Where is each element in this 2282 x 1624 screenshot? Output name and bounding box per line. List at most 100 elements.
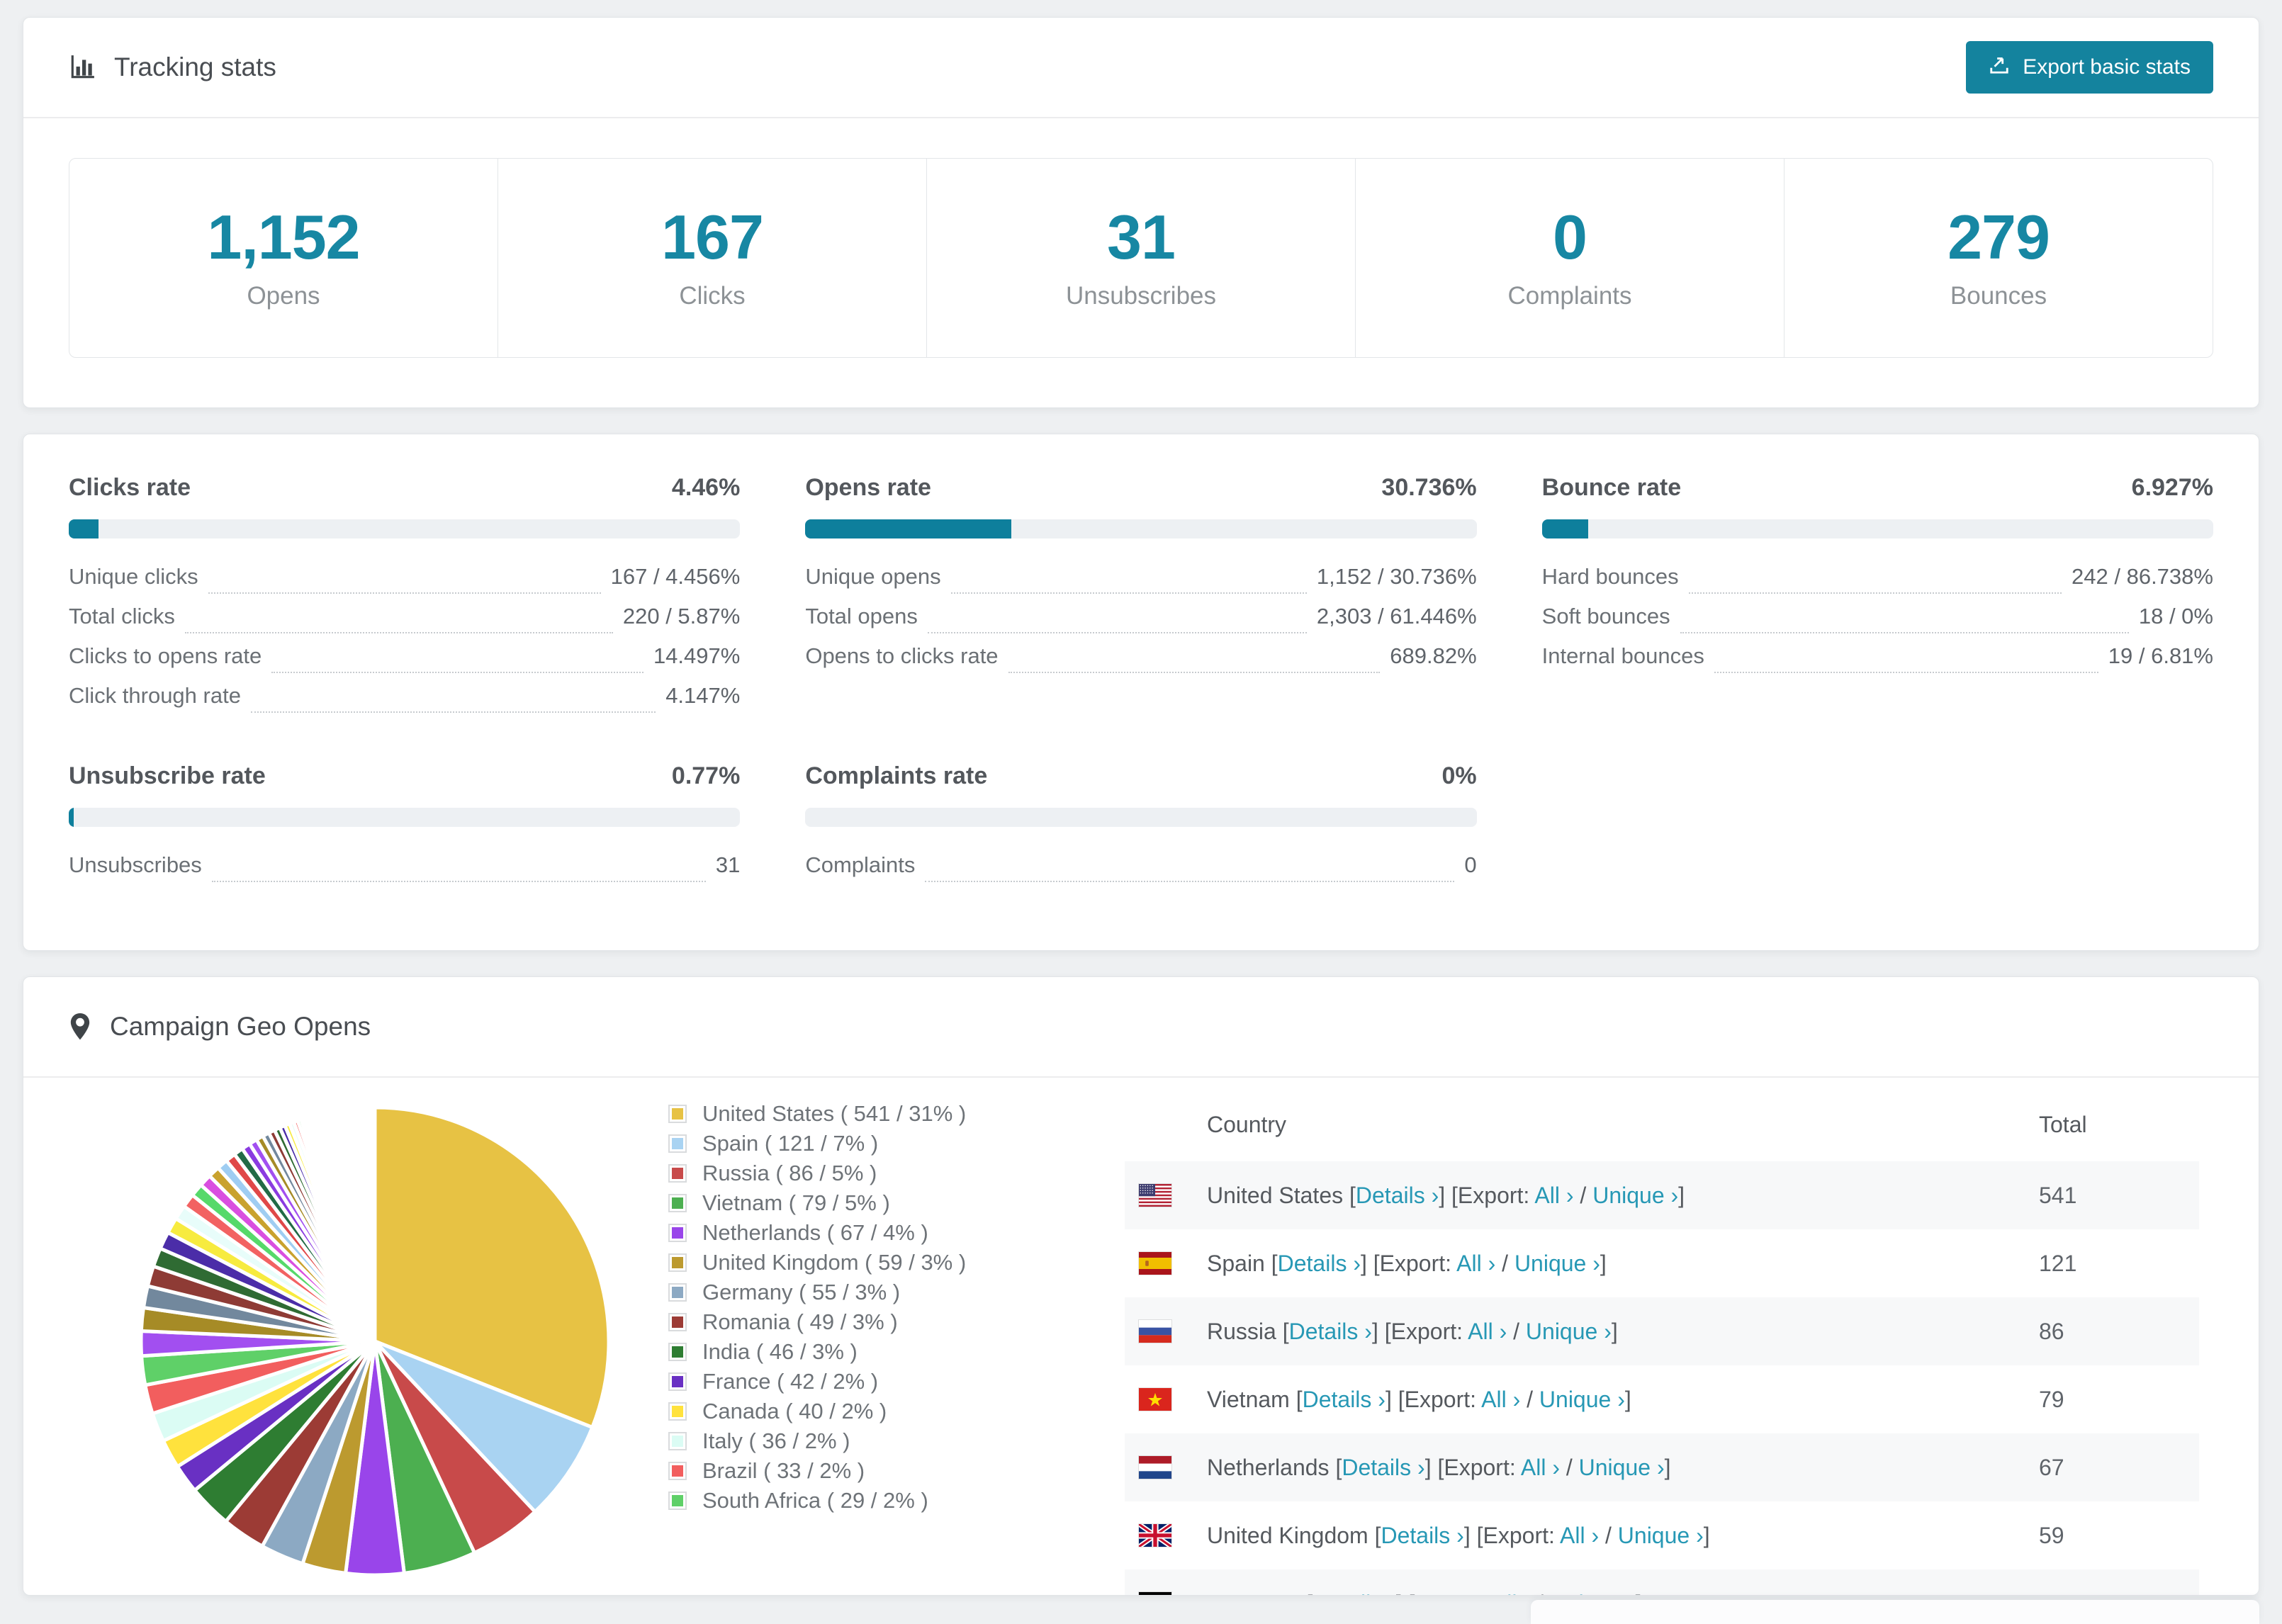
country-row: Germany [Details ›] [Export: All › / Uni… (1125, 1569, 2199, 1596)
rate-metric-row: Clicks to opens rate 14.497% (69, 643, 740, 683)
country-links: [Details ›] [Export: All › / Unique ›] (1349, 1182, 1685, 1208)
legend-item[interactable]: France ( 42 / 2% ) (668, 1367, 1096, 1397)
flag-us-icon (1139, 1184, 1171, 1207)
country-name: Vietnam (1207, 1386, 1290, 1412)
legend-item[interactable]: United States ( 541 / 31% ) (668, 1099, 1096, 1129)
legend-swatch (668, 1432, 687, 1450)
export-unique-link[interactable]: Unique › (1550, 1591, 1636, 1596)
legend-item[interactable]: Canada ( 40 / 2% ) (668, 1397, 1096, 1426)
dotted-leader (208, 592, 601, 594)
details-link[interactable]: Details › (1356, 1183, 1439, 1208)
legend-item[interactable]: United Kingdom ( 59 / 3% ) (668, 1248, 1096, 1278)
details-link[interactable]: Details › (1289, 1319, 1372, 1344)
rate-rows: Complaints 0 (805, 852, 1477, 892)
legend-swatch (668, 1492, 687, 1510)
summary-stat-cell: 279 Bounces (1784, 159, 2213, 357)
country-total: 67 (2039, 1454, 2064, 1480)
legend-item[interactable]: Romania ( 49 / 3% ) (668, 1307, 1096, 1337)
export-all-link[interactable]: All › (1492, 1591, 1531, 1596)
rate-title: Clicks rate (69, 474, 191, 501)
export-all-link[interactable]: All › (1481, 1387, 1520, 1412)
export-unique-link[interactable]: Unique › (1526, 1319, 1612, 1344)
legend-item[interactable]: India ( 46 / 3% ) (668, 1337, 1096, 1367)
summary-stat-cell: 1,152 Opens (69, 159, 498, 357)
rate-column: Bounce rate 6.927% Hard bounces 242 / 86… (1541, 474, 2213, 723)
dotted-leader (1680, 632, 2129, 633)
rate-rows: Unique opens 1,152 / 30.736% Total opens… (805, 564, 1477, 683)
country-cell: United Kingdom [Details ›] [Export: All … (1125, 1523, 2039, 1549)
summary-strip: 1,152 Opens 167 Clicks 31 Unsubscribes 0… (69, 158, 2213, 358)
geo-title: Campaign Geo Opens (110, 1012, 371, 1041)
country-links: [Details ›] [Export: All › / Unique ›] (1295, 1386, 1631, 1412)
country-row: United States [Details ›] [Export: All ›… (1125, 1161, 2199, 1229)
rate-metric-row: Click through rate 4.147% (69, 683, 740, 723)
dotted-leader (211, 881, 706, 882)
legend-swatch (668, 1343, 687, 1361)
export-all-link[interactable]: All › (1521, 1455, 1560, 1480)
export-unique-link[interactable]: Unique › (1514, 1251, 1600, 1276)
legend-label: United States ( 541 / 31% ) (702, 1101, 967, 1126)
column-header-total: Total (2039, 1111, 2087, 1137)
rate-metric-row: Unique clicks 167 / 4.456% (69, 564, 740, 604)
flag-ru-icon (1139, 1320, 1171, 1343)
export-unique-link[interactable]: Unique › (1539, 1387, 1625, 1412)
summary-stat-cell: 0 Complaints (1355, 159, 1784, 357)
dotted-leader (271, 672, 643, 673)
geo-title-wrap: Campaign Geo Opens (69, 1012, 371, 1042)
export-unique-link[interactable]: Unique › (1579, 1455, 1665, 1480)
legend-label: Brazil ( 33 / 2% ) (702, 1458, 865, 1483)
rate-metric-row: Hard bounces 242 / 86.738% (1542, 564, 2213, 604)
legend-item[interactable]: Netherlands ( 67 / 4% ) (668, 1218, 1096, 1248)
legend-item[interactable]: South Africa ( 29 / 2% ) (668, 1486, 1096, 1516)
legend-item[interactable]: Vietnam ( 79 / 5% ) (668, 1188, 1096, 1218)
dotted-leader (250, 711, 656, 713)
export-all-link[interactable]: All › (1534, 1183, 1573, 1208)
rate-metric-value: 0 (1464, 852, 1477, 877)
details-link[interactable]: Details › (1313, 1591, 1395, 1596)
details-link[interactable]: Details › (1278, 1251, 1361, 1276)
summary-stat-value: 31 (1107, 202, 1176, 272)
rate-metric-label: Click through rate (69, 683, 241, 708)
dotted-leader (1714, 672, 2098, 673)
rate-progress-fill (805, 519, 1012, 538)
export-all-link[interactable]: All › (1560, 1523, 1599, 1548)
tracking-stats-card: Tracking stats Export basic stats 1,152 … (23, 17, 2259, 408)
flag-de-icon (1139, 1592, 1171, 1595)
country-row: United Kingdom [Details ›] [Export: All … (1125, 1501, 2199, 1569)
country-name: Russia (1207, 1318, 1276, 1344)
legend-swatch (668, 1313, 687, 1331)
dotted-leader (1008, 672, 1381, 673)
rate-metric-value: 4.147% (665, 683, 741, 708)
legend-item[interactable]: Germany ( 55 / 3% ) (668, 1278, 1096, 1307)
export-all-link[interactable]: All › (1456, 1251, 1495, 1276)
page: Tracking stats Export basic stats 1,152 … (0, 0, 2282, 1624)
rate-metric-label: Internal bounces (1541, 643, 1704, 668)
details-link[interactable]: Details › (1381, 1523, 1463, 1548)
rate-head: Bounce rate 6.927% (1542, 474, 2213, 502)
legend-label: India ( 46 / 3% ) (702, 1339, 858, 1364)
details-link[interactable]: Details › (1342, 1455, 1424, 1480)
legend-item[interactable]: Spain ( 121 / 7% ) (668, 1129, 1096, 1158)
rate-metric-value: 167 / 4.456% (610, 564, 741, 589)
export-unique-link[interactable]: Unique › (1592, 1183, 1678, 1208)
country-name: United Kingdom (1207, 1522, 1368, 1548)
details-link[interactable]: Details › (1303, 1387, 1386, 1412)
legend-item[interactable]: Italy ( 36 / 2% ) (668, 1426, 1096, 1456)
export-all-link[interactable]: All › (1468, 1319, 1507, 1344)
rate-rows: Unsubscribes 31 (69, 852, 740, 892)
export-unique-link[interactable]: Unique › (1618, 1523, 1704, 1548)
country-cell: Netherlands [Details ›] [Export: All › /… (1125, 1455, 2039, 1481)
summary-stat-label: Opens (247, 282, 320, 310)
country-total: 121 (2039, 1250, 2077, 1276)
legend-item[interactable]: Brazil ( 33 / 2% ) (668, 1456, 1096, 1486)
rate-column: Unsubscribe rate 0.77% Unsubscribes 31 (69, 762, 741, 892)
legend-item[interactable]: Russia ( 86 / 5% ) (668, 1158, 1096, 1188)
dotted-leader (925, 881, 1455, 882)
column-header-country: Country (1207, 1111, 1287, 1137)
lower-page-surface (1531, 1600, 2259, 1624)
rate-metric-value: 242 / 86.738% (2072, 564, 2213, 589)
export-basic-stats-button[interactable]: Export basic stats (1966, 41, 2213, 94)
country-total: 86 (2039, 1318, 2064, 1344)
rate-metric-label: Clicks to opens rate (69, 643, 262, 668)
rate-column: Complaints rate 0% Complaints 0 (805, 762, 1477, 892)
